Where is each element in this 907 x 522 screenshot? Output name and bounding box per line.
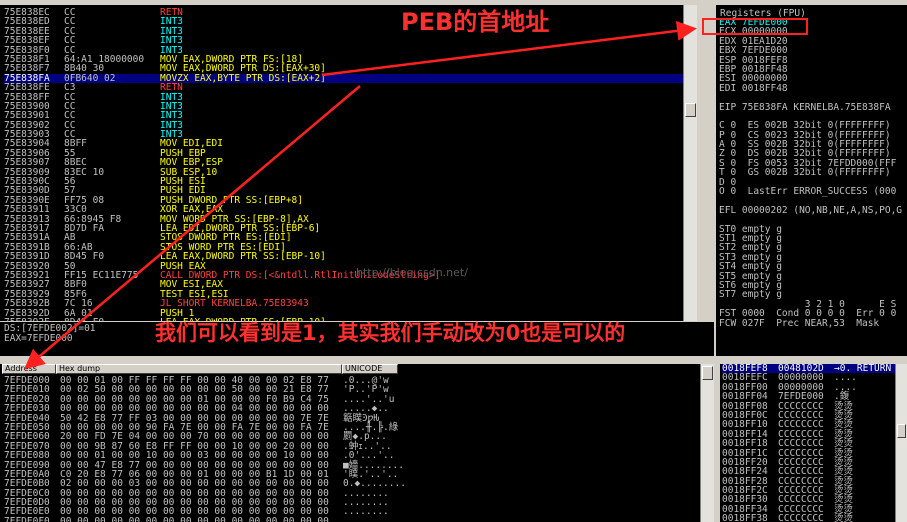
info-line-1: DS:[7EFDE002]=01: [4, 323, 96, 334]
disasm-bytes: C3: [64, 82, 76, 94]
dump-hex: 00 00 00 00 00 00 00 00 00 00 00 00 00 0…: [60, 515, 329, 522]
register-line[interactable]: EFL 00000202 (NO,NB,NE,A,NS,PO,G: [719, 205, 902, 215]
dump-header-address[interactable]: Address: [2, 364, 56, 374]
watermark: http://blog.csdn.net/: [356, 266, 468, 279]
disasm-row[interactable]: 75E838ED CC INT3: [4, 16, 683, 28]
disasm-bytes: 8D45 F0: [64, 317, 160, 321]
disassembly-list[interactable]: 75E838EC CC RETN 75E838ED CC INT3 75E838EE CC IN…: [4, 8, 683, 321]
dump-header-hex[interactable]: Hex dump: [56, 364, 342, 374]
disasm-row[interactable]: 75E8390C 56 PUSH ESI: [4, 176, 683, 188]
disasm-row[interactable]: 75E838FA 0FB640 02 MOVZX EAX,BYTE PTR DS:[…: [4, 72, 683, 84]
disasm-row[interactable]: 75E83929 85F6 TEST ESI,ESI: [4, 289, 683, 299]
register-line[interactable]: FCW 027F Prec NEAR,53 Mask: [719, 318, 902, 328]
disasm-bytes: 56: [64, 176, 76, 188]
stack-pane[interactable]: 0018FEF8 0048102D →0. RETURN 0018FEFC 000000…: [720, 364, 907, 522]
annotation-note: 我们可以看到是1，其实我们手动改为0也是可以的: [155, 321, 626, 345]
dump-row[interactable]: 7EFDE0F0 00 00 00 00 00 00 00 00 00 00 00…: [4, 515, 700, 522]
stack-value: CCCCCCCC: [778, 513, 824, 522]
dump-unicode: ........: [343, 515, 389, 522]
disasm-bytes: CC: [64, 7, 76, 18]
stack-row[interactable]: 0018FF38 CCCCCCCC 烫烫: [722, 514, 895, 522]
register-line[interactable]: T 0 GS 002B 32bit 0(FFFFFFFF): [719, 168, 902, 178]
registers-list[interactable]: EAX 7EFDE000 ECX 00000000 EDX 01EA1D20 EBX …: [719, 18, 902, 328]
disasm-bytes: 0FB640 02: [64, 72, 116, 84]
disasm-row[interactable]: 75E8391B 66:AB STOS WORD PTR ES:[EDI]: [4, 242, 683, 252]
disasm-row[interactable]: 75E838EC CC RETN: [4, 7, 683, 18]
dump-header-unicode[interactable]: UNICODE: [342, 364, 398, 374]
disasm-row[interactable]: 75E83909 83EC 10 SUB ESP,10: [4, 166, 683, 178]
disasm-row[interactable]: 75E838FF CC INT3: [4, 91, 683, 103]
register-line[interactable]: O 0 LastErr ERROR_SUCCESS (000: [719, 187, 902, 197]
disasm-bytes: CC: [64, 100, 76, 112]
disasm-address: 75E8392F: [4, 317, 64, 321]
dump-scrollbar[interactable]: [700, 364, 714, 522]
disasm-bytes: CC: [64, 110, 76, 122]
disasm-row[interactable]: 75E838EF CC INT3: [4, 35, 683, 47]
disasm-row[interactable]: 75E838EE CC INT3: [4, 25, 683, 37]
disasm-bytes: CC: [64, 91, 76, 103]
disasm-row[interactable]: 75E83907 8BEC MOV EBP,ESP: [4, 158, 683, 168]
disasm-bytes: CC: [64, 35, 76, 47]
disassembly-scrollbar[interactable]: [683, 5, 697, 321]
disasm-row[interactable]: 75E838FE C3 RETN: [4, 82, 683, 94]
disasm-row[interactable]: 75E838F1 64:A1 18000000 MOV EAX,DWORD PTR …: [4, 54, 683, 64]
disasm-row[interactable]: 75E8390E FF75 08 PUSH DWORD PTR SS:[EBP+8]: [4, 195, 683, 205]
disasm-instruction: MOVZX EAX,BYTE PTR DS:[EAX+2]: [160, 72, 326, 84]
disasm-bytes: CC: [64, 25, 76, 37]
disasm-row[interactable]: 75E83927 8BF0 MOV ESI,EAX: [4, 280, 683, 290]
disasm-row[interactable]: 75E8391D 8D45 F0 LEA EAX,DWORD PTR SS:[EBP…: [4, 251, 683, 263]
disasm-row[interactable]: 75E8390D 57 PUSH EDI: [4, 186, 683, 196]
info-line-2: EAX=7EFDE000: [4, 333, 73, 344]
eax-highlight-box: [702, 18, 808, 35]
disasm-row[interactable]: 75E83900 CC INT3: [4, 100, 683, 112]
stack-list[interactable]: 0018FEF8 0048102D →0. RETURN 0018FEFC 000000…: [722, 364, 895, 522]
dump-pane[interactable]: Address Hex dump UNICODE 7EFDE000 00 00 0…: [0, 364, 714, 522]
registers-pane[interactable]: Registers (FPU) EAX 7EFDE000 ECX 00000000…: [716, 5, 907, 356]
stack-scroll-thumb[interactable]: [897, 424, 906, 438]
disassembly-scroll-thumb[interactable]: [685, 103, 696, 117]
register-line[interactable]: EIP 75E838FA KERNELBA.75E838FA: [719, 102, 902, 112]
stack-address: 0018FF38: [722, 513, 768, 522]
disasm-bytes: CC: [64, 16, 76, 28]
disasm-bytes: 8BFF: [64, 138, 87, 150]
disasm-row[interactable]: 75E83906 55 PUSH EBP: [4, 148, 683, 158]
disasm-row[interactable]: 75E83913 66:8945 F8 MOV WORD PTR SS:[EBP-8…: [4, 214, 683, 224]
disasm-bytes: 8D45 F0: [64, 251, 105, 263]
dump-scroll-thumb[interactable]: [702, 366, 713, 380]
disasm-bytes: CC: [64, 119, 76, 131]
annotation-peb: PEB的首地址: [401, 8, 550, 36]
disasm-row[interactable]: 75E83904 8BFF MOV EDI,EDI: [4, 138, 683, 150]
disasm-row[interactable]: 75E8391A AB STOS DWORD PTR ES:[EDI]: [4, 233, 683, 243]
stack-scrollbar[interactable]: [895, 364, 907, 522]
disasm-row[interactable]: 75E83901 CC INT3: [4, 110, 683, 122]
disasm-row[interactable]: 75E83921 FF15 EC11E775 CALL DWORD PTR DS:[…: [4, 270, 683, 280]
disasm-row[interactable]: 75E83902 CC INT3: [4, 119, 683, 131]
disasm-row[interactable]: 75E83917 8D7D FA LEA EDI,DWORD PTR SS:[EBP…: [4, 222, 683, 234]
stack-comment: 烫烫: [834, 513, 854, 522]
disasm-bytes: 8D7D FA: [64, 222, 105, 234]
dump-list[interactable]: 7EFDE000 00 00 01 00 FF FF FF FF 00 00 40…: [4, 376, 700, 522]
disasm-bytes: 83EC 10: [64, 166, 105, 178]
disasm-row[interactable]: 75E83903 CC INT3: [4, 130, 683, 140]
disasm-row[interactable]: 75E8392B 7C 16 JL SHORT KERNELBA.75E83943: [4, 299, 683, 309]
dump-address: 7EFDE0F0: [4, 515, 50, 522]
disassembly-pane[interactable]: 75E838EC CC RETN 75E838ED CC INT3 75E838EE CC IN…: [0, 5, 697, 321]
disasm-row[interactable]: 75E8392D 6A 01 PUSH 1: [4, 308, 683, 318]
register-line[interactable]: EDI 0018FF48: [719, 83, 902, 93]
